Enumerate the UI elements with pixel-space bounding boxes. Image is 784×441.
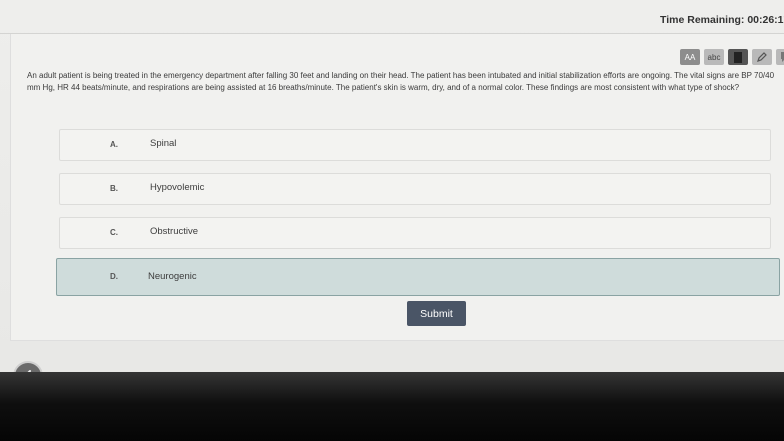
submit-button[interactable]: Submit bbox=[407, 301, 466, 326]
choice-a-letter: A. bbox=[110, 140, 118, 149]
text-size-label: AA bbox=[684, 52, 696, 62]
choice-c[interactable]: C. Obstructive bbox=[59, 217, 771, 249]
text-size-button[interactable]: AA bbox=[680, 49, 700, 65]
choice-d-text: Neurogenic bbox=[148, 271, 197, 282]
toolbar: AA abc bbox=[680, 48, 784, 66]
choice-b[interactable]: B. Hypovolemic bbox=[59, 173, 771, 205]
choice-d[interactable]: D. Neurogenic bbox=[56, 258, 780, 296]
comment-icon bbox=[781, 52, 784, 62]
bookmark-icon bbox=[734, 51, 742, 63]
strikethrough-label: abc bbox=[707, 52, 721, 62]
choice-c-letter: C. bbox=[110, 228, 118, 237]
strikethrough-button[interactable]: abc bbox=[704, 49, 724, 65]
pencil-icon bbox=[757, 52, 767, 62]
comment-button[interactable] bbox=[776, 49, 784, 65]
bookmark-button[interactable] bbox=[728, 49, 748, 65]
question-text: An adult patient is being treated in the… bbox=[27, 71, 775, 92]
choice-b-letter: B. bbox=[110, 184, 118, 193]
choice-c-text: Obstructive bbox=[150, 226, 199, 237]
exam-page: Time Remaining: 00:26:17 AA abc An adult… bbox=[0, 0, 784, 372]
time-remaining: Time Remaining: 00:26:17 bbox=[660, 14, 784, 26]
highlight-button[interactable] bbox=[752, 49, 772, 65]
choice-b-text: Hypovolemic bbox=[150, 182, 205, 193]
device-bezel bbox=[0, 372, 784, 441]
choice-a[interactable]: A. Spinal bbox=[59, 129, 771, 161]
choice-a-text: Spinal bbox=[150, 138, 177, 149]
choice-d-letter: D. bbox=[110, 272, 118, 281]
